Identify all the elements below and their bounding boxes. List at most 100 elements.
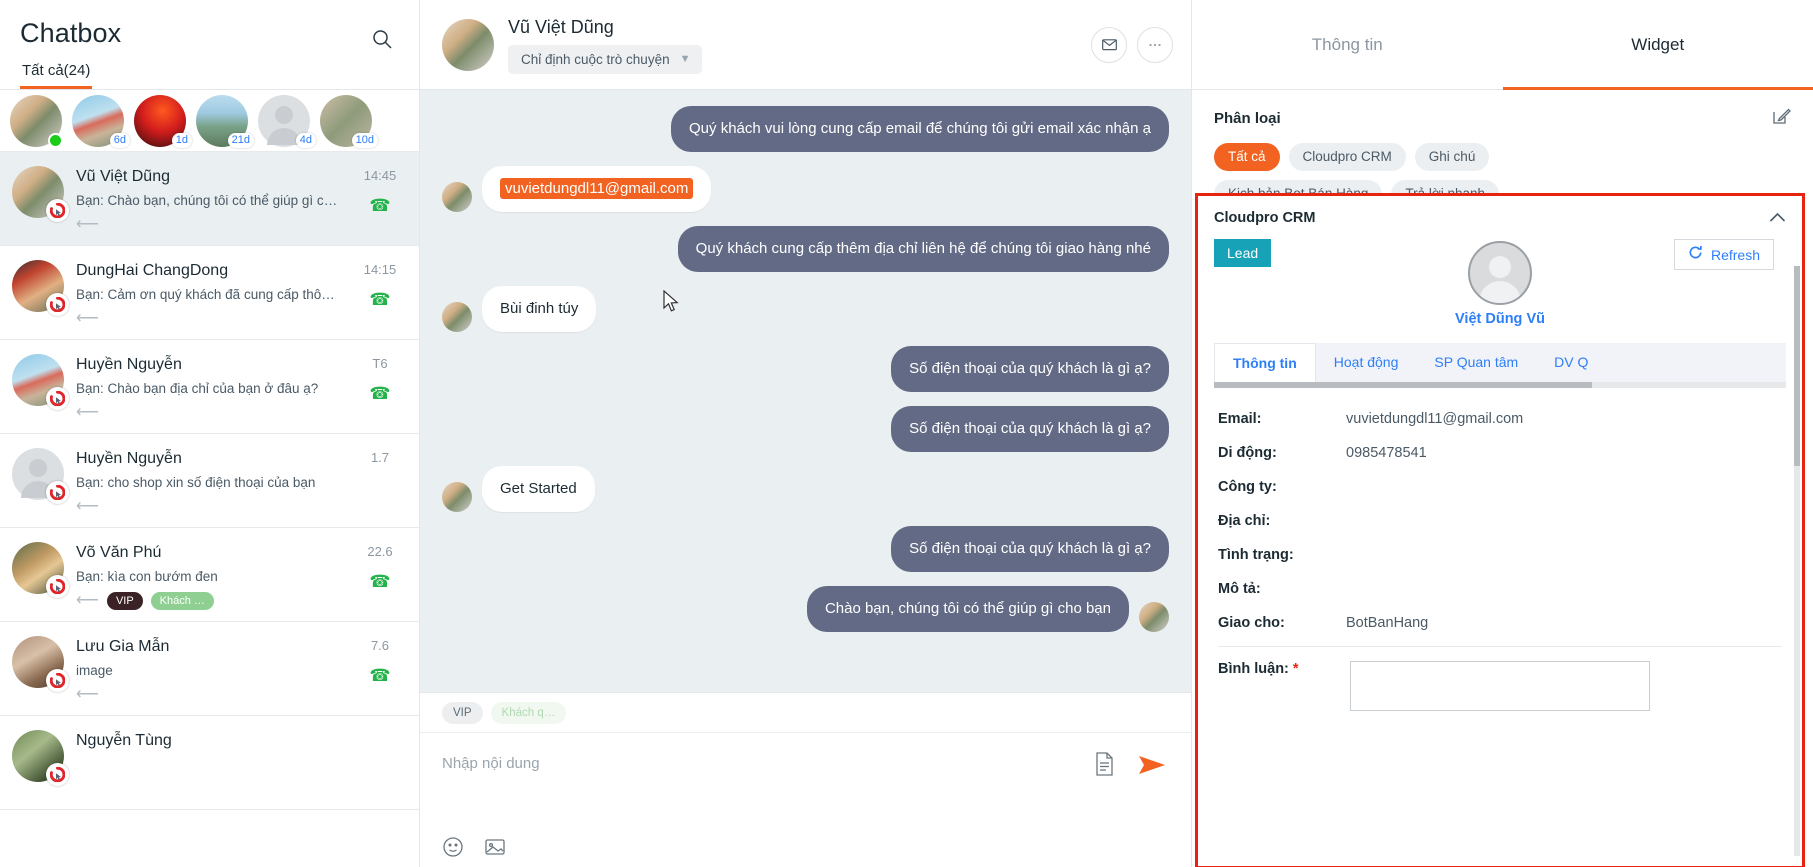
conversation-meta: ⟵ <box>76 403 341 423</box>
story-age-badge: 6d <box>109 132 130 148</box>
crm-tab[interactable]: Thông tin <box>1214 343 1316 382</box>
crm-widget-highlight: Cloudpro CRM Lead Refresh Việt Dũng Vũ T… <box>1195 193 1805 867</box>
composer-tools <box>442 836 506 863</box>
conversation-timestamp: 14:15 <box>363 262 397 277</box>
phone-icon[interactable]: ☎ <box>369 385 390 402</box>
phone-icon[interactable]: ☎ <box>369 197 390 214</box>
online-indicator <box>48 132 63 148</box>
message-row: Số điện thoại của quý khách là gì ạ? <box>442 346 1169 392</box>
conversation-name: Nguyễn Tùng <box>76 732 172 749</box>
crm-comment-input[interactable] <box>1350 661 1650 711</box>
conversation-body: DungHai ChangDong Bạn: Cảm ơn quý khách đ… <box>76 260 341 329</box>
status-badge: Lead <box>1214 239 1272 267</box>
conversation-list-item[interactable]: Huyền Nguyễn Bạn: Chào bạn địa chỉ của bạ… <box>0 340 419 434</box>
message-thread[interactable]: Quý khách vui lòng cung cấp email để chú… <box>420 90 1191 692</box>
conversation-list-item[interactable]: DungHai ChangDong Bạn: Cảm ơn quý khách đ… <box>0 246 419 340</box>
emoji-icon[interactable] <box>442 836 464 863</box>
story-strip[interactable]: 6d 1d 21d 4d 10d <box>0 90 419 152</box>
document-icon[interactable] <box>1093 751 1115 782</box>
crm-contact-summary: Lead Refresh Việt Dũng Vũ <box>1214 239 1786 343</box>
conversation-list-item[interactable]: Lưu Gia Mẫn image ⟵ 7.6 ☎ <box>0 622 419 716</box>
conversation-meta: ⟵ <box>76 497 341 517</box>
required-marker: * <box>1292 661 1299 677</box>
details-tab-thông-tin[interactable]: Thông tin <box>1192 0 1503 89</box>
message-bubble: Số điện thoại của quý khách là gì ạ? <box>891 346 1169 392</box>
details-tab-widget[interactable]: Widget <box>1502 0 1813 90</box>
refresh-icon <box>1688 245 1703 264</box>
message-bubble: Số điện thoại của quý khách là gì ạ? <box>891 526 1169 572</box>
story-avatar[interactable]: 10d <box>320 94 378 148</box>
crm-tabs-scrollbar[interactable] <box>1214 382 1786 388</box>
crm-comment-row: Bình luận: * <box>1214 647 1786 711</box>
crm-tabs[interactable]: Thông tin Hoạt động SP Quan tâm DV Q <box>1214 343 1786 382</box>
conversation-meta: ⟵ <box>76 309 341 329</box>
image-icon[interactable] <box>484 837 506 862</box>
message-input[interactable] <box>420 733 1191 772</box>
conversation-sidebar: Chatbox Tất cả(24) 6d 1d 21d 4d 10d Vũ Việt … <box>0 0 420 867</box>
send-icon[interactable] <box>1137 754 1167 780</box>
conversation-timestamp: 22.6 <box>367 544 393 559</box>
crm-field-label: Mô tả: <box>1218 581 1261 597</box>
crm-field: Tình trạng: <box>1214 538 1786 572</box>
phone-icon[interactable]: ☎ <box>369 573 390 590</box>
conversation-meta <box>76 762 341 782</box>
avatar-wrapper <box>12 636 69 692</box>
crm-tab[interactable]: DV Q <box>1536 343 1606 382</box>
conversation-list-item[interactable]: Võ Văn Phú Bạn: kìa con bướm đen ⟵ VIP Khách… <box>0 528 419 622</box>
phone-icon[interactable]: ☎ <box>369 667 390 684</box>
edit-icon[interactable] <box>1771 106 1791 131</box>
composer-tag[interactable]: Khách q… <box>490 702 567 724</box>
conversation-list-item[interactable]: Huyền Nguyễn Bạn: cho shop xin số điện th… <box>0 434 419 528</box>
crm-person-name[interactable]: Việt Dũng Vũ <box>1455 311 1545 327</box>
message-bubble: Quý khách cung cấp thêm địa chỉ liên hệ … <box>677 226 1169 272</box>
message-row: Số điện thoại của quý khách là gì ạ? <box>442 526 1169 572</box>
conversation-body: Nguyễn Tùng <box>76 730 341 799</box>
assign-conversation-select[interactable]: Chỉ định cuộc trò chuyện ▼ <box>508 44 703 74</box>
reply-arrow-icon: ⟵ <box>76 404 99 421</box>
conversation-list[interactable]: Vũ Việt Dũng Bạn: Chào bạn, chúng tôi có … <box>0 152 419 867</box>
crm-field-label: Di động: <box>1218 445 1277 461</box>
message-row: Quý khách cung cấp thêm địa chỉ liên hệ … <box>442 226 1169 272</box>
tab-all[interactable]: Tất cả(24) <box>20 62 93 89</box>
message-bubble: Số điện thoại của quý khách là gì ạ? <box>891 406 1169 452</box>
conversation-body: Huyền Nguyễn Bạn: cho shop xin số điện th… <box>76 448 341 517</box>
crm-vertical-scrollbar[interactable] <box>1794 266 1800 856</box>
crm-tab[interactable]: SP Quan tâm <box>1416 343 1536 382</box>
conversation-list-item[interactable]: Nguyễn Tùng <box>0 716 419 810</box>
ellipsis-icon[interactable] <box>1137 26 1173 63</box>
crm-field: Email: vuvietdungdl11@gmail.com <box>1214 402 1786 436</box>
composer-tag[interactable]: VIP <box>442 702 483 724</box>
story-age-badge: 10d <box>351 132 378 148</box>
classification-chip[interactable]: Cloudpro CRM <box>1288 143 1406 171</box>
story-avatar[interactable] <box>10 94 63 148</box>
messenger-source-icon <box>46 387 69 410</box>
conversation-name: Lưu Gia Mẫn <box>76 638 170 655</box>
messenger-source-icon <box>46 763 69 786</box>
phone-icon[interactable]: ☎ <box>369 291 390 308</box>
story-age-badge: 21d <box>227 132 254 148</box>
reply-arrow-icon: ⟵ <box>76 498 99 515</box>
envelope-icon[interactable] <box>1091 26 1127 63</box>
classification-chip[interactable]: Tất cả <box>1214 143 1280 171</box>
details-tabs[interactable]: Thông tin Widget <box>1192 0 1813 90</box>
classification-chip[interactable]: Ghi chú <box>1414 143 1490 171</box>
conversation-list-item[interactable]: Vũ Việt Dũng Bạn: Chào bạn, chúng tôi có … <box>0 152 419 246</box>
conversation-tag: Khách … <box>150 592 214 610</box>
conversation-right-meta: 14:15 ☎ <box>353 260 407 329</box>
story-avatar[interactable]: 4d <box>258 94 316 148</box>
conversation-timestamp: T6 <box>372 356 388 371</box>
page-title: Chatbox <box>20 18 122 48</box>
message-row: Chào bạn, chúng tôi có thể giúp gì cho b… <box>442 586 1169 632</box>
story-avatar[interactable]: 21d <box>196 94 254 148</box>
story-avatar[interactable]: 1d <box>134 94 192 148</box>
avatar-wrapper <box>12 354 69 410</box>
crm-tab[interactable]: Hoạt động <box>1316 343 1417 382</box>
refresh-button[interactable]: Refresh <box>1673 239 1774 270</box>
highlighted-email[interactable]: vuvietdungdl11@gmail.com <box>500 178 694 199</box>
section-title: Phân loại <box>1214 110 1281 127</box>
crm-field-list: Email: vuvietdungdl11@gmail.com Di động: 09… <box>1214 388 1786 640</box>
chevron-up-icon[interactable] <box>1769 210 1786 226</box>
search-icon[interactable] <box>365 22 399 56</box>
story-age-badge: 1d <box>171 132 192 148</box>
story-avatar[interactable]: 6d <box>72 94 130 148</box>
